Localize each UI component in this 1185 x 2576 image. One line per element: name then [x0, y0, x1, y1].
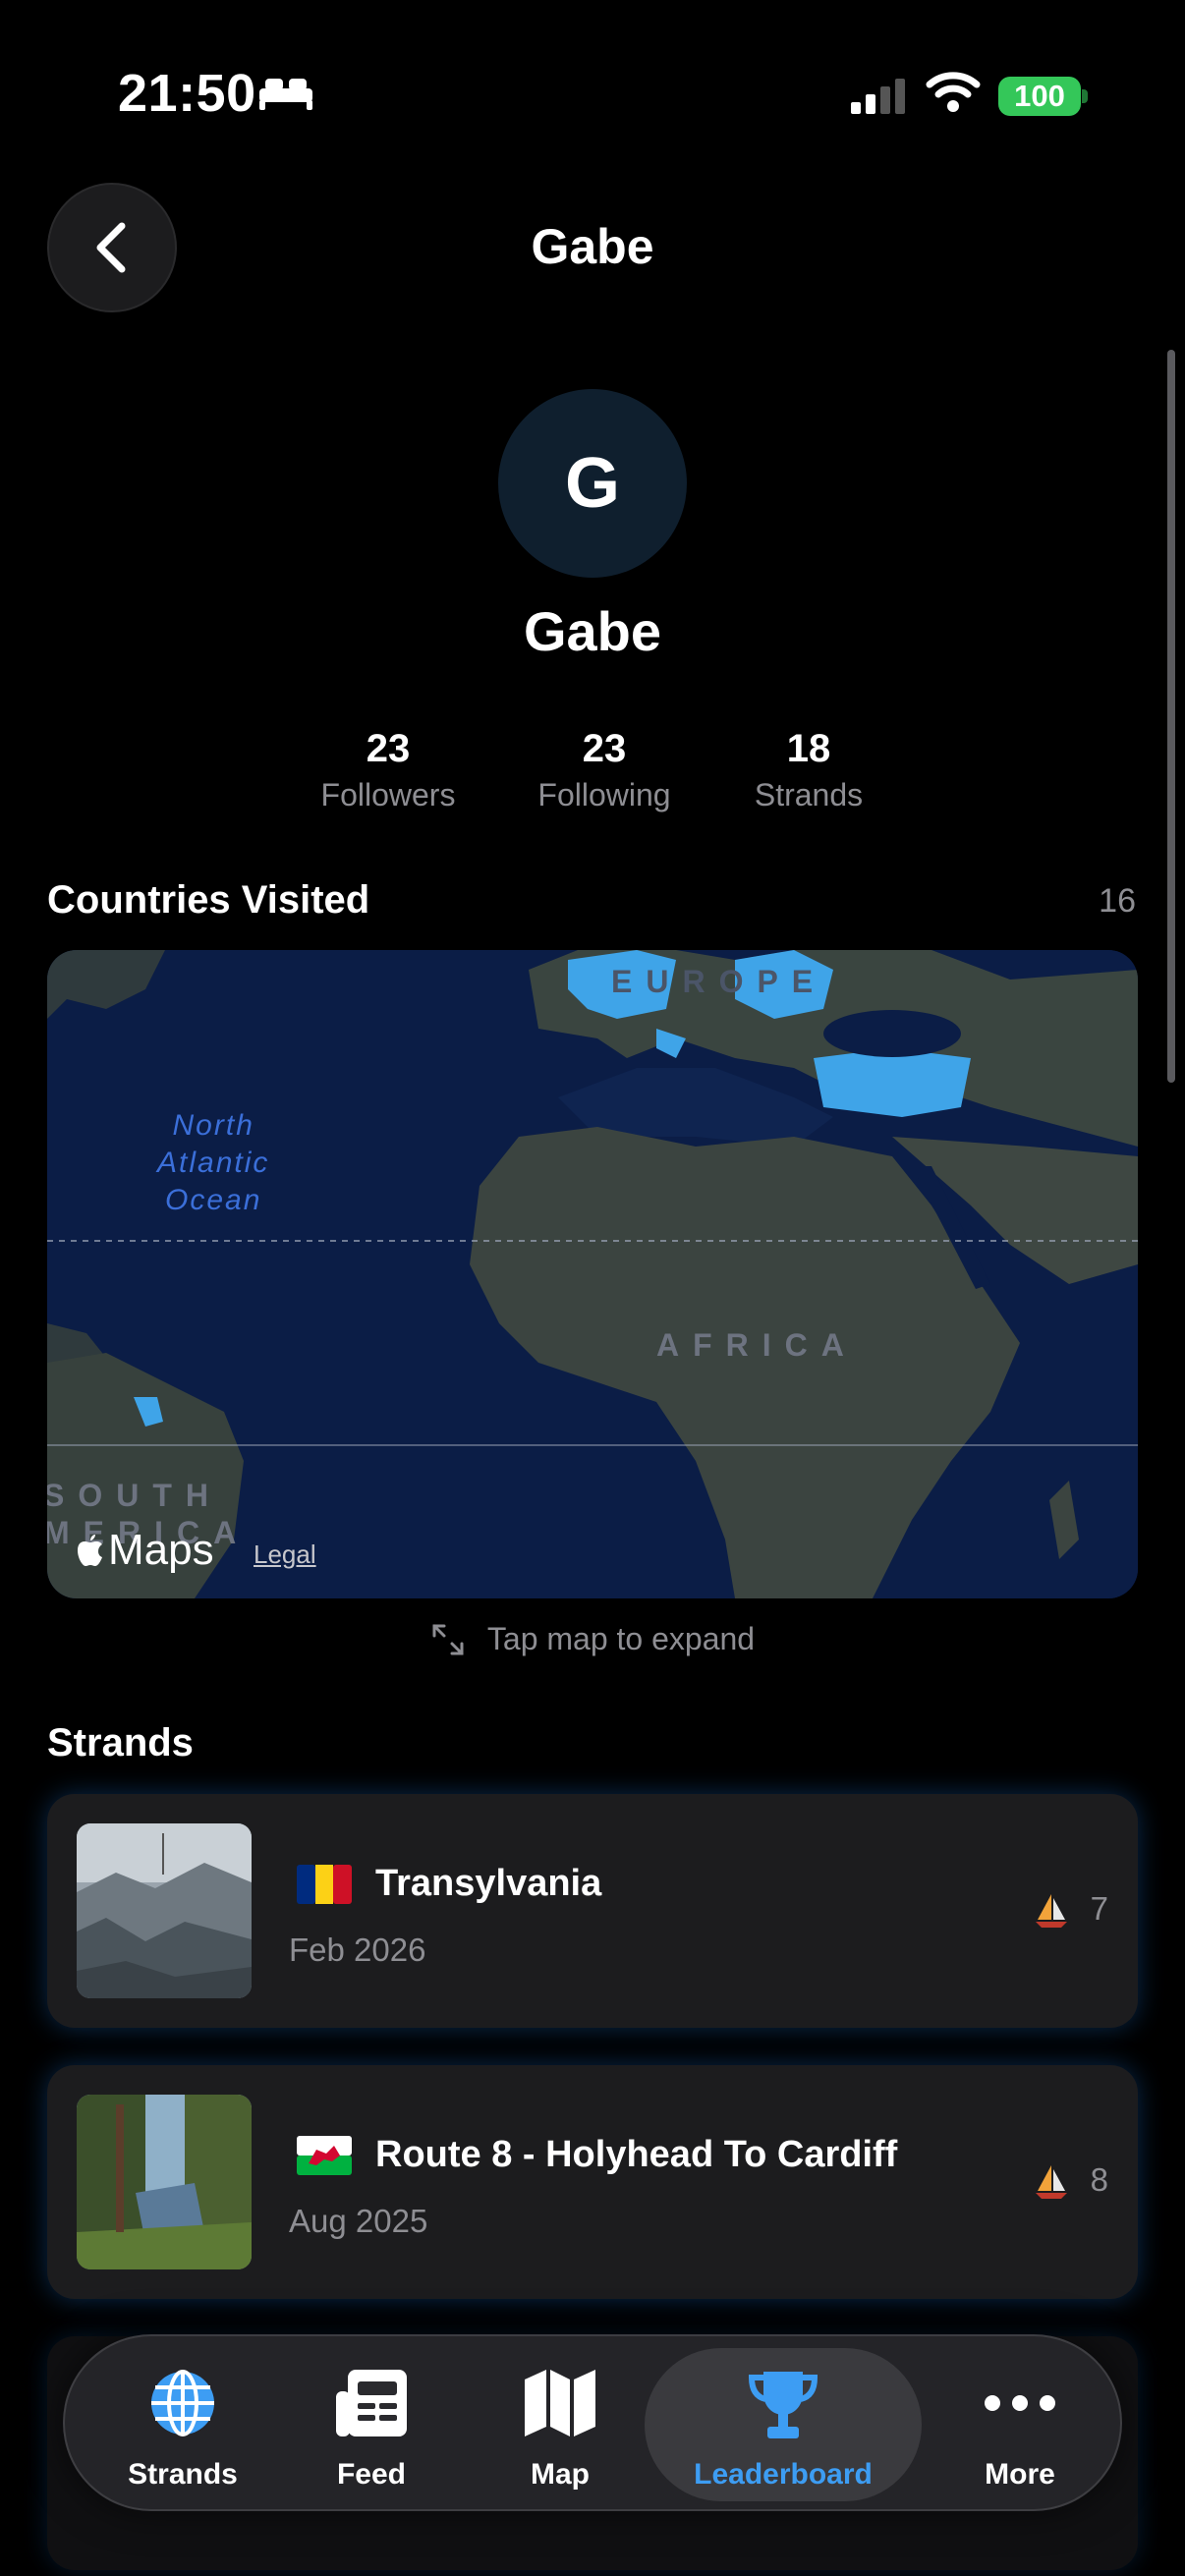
- followers-count: 23: [366, 727, 411, 770]
- profile-name: Gabe: [523, 600, 662, 662]
- strand-thumbnail: [77, 1823, 252, 1998]
- strands-count: 18: [786, 727, 831, 770]
- strand-card-transylvania[interactable]: Transylvania Feb 2026 7: [47, 1794, 1138, 2028]
- expand-map-hint[interactable]: Tap map to expand: [0, 1621, 1185, 1657]
- strands-section-title: Strands: [47, 1721, 194, 1764]
- page-title: Gabe: [531, 219, 654, 274]
- expand-arrows-icon: [432, 1624, 464, 1654]
- africa-label: AFRICA: [656, 1327, 858, 1363]
- legal-link[interactable]: Legal: [254, 1540, 316, 1570]
- bed-icon: [259, 79, 312, 110]
- tab-label: Strands: [128, 2458, 238, 2491]
- ocean-label: North Atlantic Ocean: [157, 1109, 270, 1216]
- following-label: Following: [537, 777, 671, 812]
- strand-title: Route 8 - Holyhead To Cardiff: [375, 2134, 898, 2175]
- maps-brand-text: Maps: [108, 1526, 214, 1574]
- following-count: 23: [582, 727, 627, 770]
- romania-flag-icon: [297, 1865, 352, 1904]
- tab-strands[interactable]: Strands: [85, 2348, 281, 2501]
- globe-icon: [151, 2370, 214, 2436]
- tab-label: Leaderboard: [694, 2458, 873, 2491]
- strand-date: Aug 2025: [289, 2203, 428, 2239]
- ellipsis-icon: [985, 2395, 1055, 2411]
- strand-thumbnail: [77, 2095, 252, 2269]
- tab-bar: Strands Feed Map Leaderboard More: [63, 2334, 1122, 2511]
- strand-card-route-8[interactable]: Route 8 - Holyhead To Cardiff Aug 2025 8: [47, 2065, 1138, 2299]
- followers-label: Followers: [320, 777, 456, 812]
- strands-label: Strands: [754, 777, 864, 812]
- tab-feed[interactable]: Feed: [273, 2348, 470, 2501]
- newspaper-icon: [336, 2370, 407, 2436]
- status-bar: 21:50 100: [0, 0, 1185, 187]
- strand-count: 8: [1090, 2161, 1108, 2198]
- battery-indicator: 100: [998, 77, 1081, 116]
- wales-flag-icon: [297, 2136, 352, 2175]
- tab-more[interactable]: More: [922, 2348, 1118, 2501]
- sailboat-icon: [1036, 2165, 1067, 2199]
- countries-visited-title: Countries Visited: [47, 878, 370, 922]
- tab-map[interactable]: Map: [462, 2348, 658, 2501]
- battery-tip: [1082, 89, 1088, 103]
- strands-stat[interactable]: 18 Strands: [715, 727, 902, 813]
- map-icon: [525, 2370, 595, 2436]
- tab-label: More: [985, 2458, 1055, 2491]
- strand-date: Feb 2026: [289, 1932, 426, 1968]
- trophy-icon: [748, 2372, 818, 2438]
- countries-map[interactable]: North Atlantic Ocean EUROPE AFRICA SOUTH ME…: [47, 950, 1138, 1598]
- tab-label: Feed: [336, 2458, 407, 2491]
- europe-label: EUROPE: [611, 964, 827, 999]
- scrollbar[interactable]: [1167, 350, 1175, 1083]
- sailboat-icon: [1036, 1894, 1067, 1928]
- wifi-icon: [926, 72, 981, 112]
- signal-icon: [851, 79, 905, 114]
- status-time: 21:50: [118, 64, 256, 123]
- strand-count: 7: [1090, 1890, 1108, 1927]
- apple-logo-icon: [78, 1535, 102, 1566]
- apple-maps-logo: Maps: [77, 1526, 214, 1575]
- tab-label: Map: [531, 2458, 590, 2491]
- strand-title: Transylvania: [375, 1863, 602, 1904]
- avatar: G: [498, 389, 687, 578]
- following-stat[interactable]: 23 Following: [511, 727, 698, 813]
- tab-leaderboard[interactable]: Leaderboard: [645, 2348, 922, 2501]
- expand-hint-text: Tap map to expand: [486, 1621, 756, 1656]
- followers-stat[interactable]: 23 Followers: [295, 727, 481, 813]
- countries-count: 16: [1099, 882, 1136, 920]
